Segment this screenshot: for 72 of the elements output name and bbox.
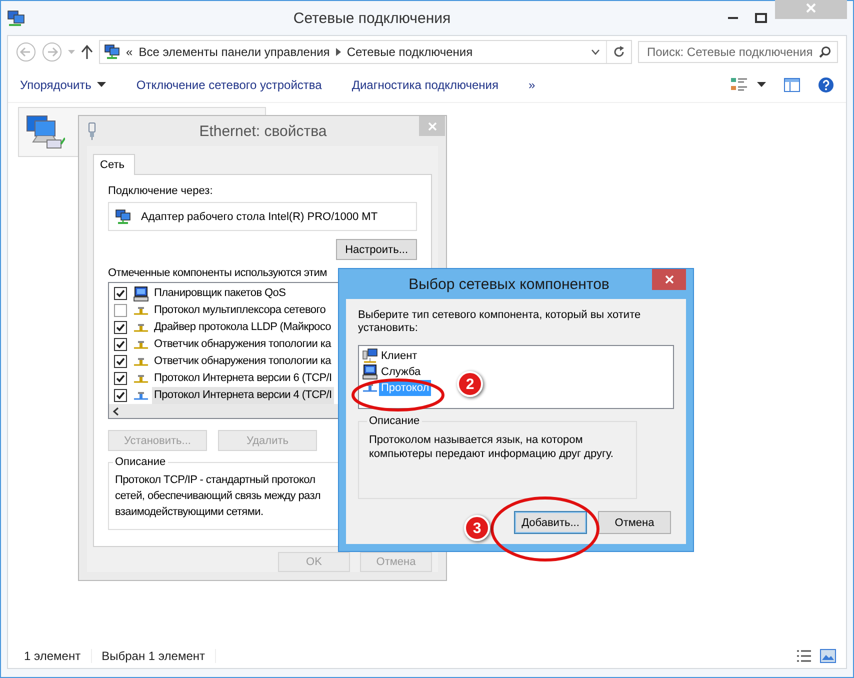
checkbox[interactable]	[114, 287, 127, 300]
maximize-icon	[755, 13, 767, 23]
status-text: Выбран 1 элемент	[92, 649, 216, 663]
scroll-left-icon	[113, 406, 119, 416]
network-folder-icon	[104, 44, 120, 60]
tab[interactable]: Сеть	[93, 154, 136, 175]
caret-icon	[757, 82, 766, 88]
breadcrumb-item[interactable]: Сетевые подключения	[346, 45, 473, 59]
checkmark-icon	[116, 289, 125, 298]
close-icon	[428, 122, 436, 130]
computer-icon	[362, 364, 378, 380]
list-item[interactable]: Ответчик обнаружения топологии ка	[152, 353, 333, 370]
description-text: Протокол TCP/IP - стандартный протокол сетей, обеспечивающий связь между разл взаимодействующими сетями.	[115, 473, 322, 520]
forward-icon	[42, 42, 62, 62]
checkbox[interactable]	[114, 321, 127, 334]
close-icon	[664, 274, 674, 284]
close-button[interactable]	[652, 268, 686, 290]
dialog-title: Выбор сетевых компонентов	[408, 276, 610, 292]
checkbox[interactable]	[114, 338, 127, 351]
toolbar-button[interactable]: Отключение сетевого устройства	[136, 78, 322, 92]
search-icon	[819, 46, 831, 58]
network-folder-icon	[7, 9, 25, 27]
group-label: Описание	[368, 415, 421, 427]
preview-pane-icon	[784, 78, 800, 92]
section-label: Отмеченные компоненты используются этим	[108, 267, 328, 279]
checkbox[interactable]	[114, 372, 127, 385]
prompt-text: Выберите тип сетевого компонента, который вы хотите установить:	[358, 309, 642, 335]
description-text: Протоколом называется язык, на котором компьютеры передают информацию друг другу.	[369, 433, 614, 461]
checkbox[interactable]	[114, 389, 127, 402]
toolbar-button[interactable]: Упорядочить	[20, 78, 106, 92]
breadcrumb-item[interactable]: Все элементы панели управления	[138, 45, 330, 59]
refresh-icon	[613, 46, 625, 58]
caret-icon	[68, 50, 75, 54]
toolbar-button[interactable]: Диагностика подключения	[352, 78, 499, 92]
chevron-right-icon	[336, 48, 341, 56]
checkbox[interactable]	[114, 304, 127, 317]
breadcrumb-overflow[interactable]: «	[126, 45, 133, 59]
minimize-icon	[728, 17, 738, 19]
adapter-field: Адаптер рабочего стола Intel(R) PRO/1000 MT	[108, 202, 417, 231]
checkbox[interactable]	[114, 355, 127, 368]
dialog-button[interactable]: Отмена	[598, 511, 671, 534]
more-button[interactable]: »	[528, 78, 536, 92]
window-title: Сетевые подключения	[292, 10, 452, 26]
list-item[interactable]: Планировщик пакетов QoS	[152, 285, 288, 302]
up-arrow-icon	[81, 45, 93, 59]
view-options-icon	[731, 77, 749, 93]
details-view-icon	[796, 649, 812, 663]
large-icons-view-icon	[820, 649, 836, 663]
client-icon	[362, 348, 378, 364]
list-item[interactable]: Ответчик обнаружения топологии ка	[152, 336, 333, 353]
section-label: Подключение через:	[108, 185, 214, 197]
help-icon	[818, 77, 834, 93]
back-icon	[16, 42, 36, 62]
dialog-button[interactable]: Добавить...	[514, 511, 587, 534]
dialog-title: Ethernet: свойства	[198, 122, 328, 140]
status-text: 1 элемент	[18, 649, 92, 663]
computer-icon	[133, 286, 149, 302]
close-icon	[806, 3, 816, 13]
list-item[interactable]: Служба	[379, 364, 423, 380]
caret-icon	[591, 49, 600, 55]
address-bar[interactable]: « Все элементы панели управления Сетевые подключения	[99, 40, 632, 64]
list-item[interactable]: Клиент	[379, 348, 420, 364]
search-field[interactable]: Поиск: Сетевые подключения	[638, 41, 838, 63]
network-plug-icon	[87, 122, 97, 140]
network-adapter-icon	[115, 208, 131, 224]
group-label: Описание	[114, 456, 167, 468]
configure-button[interactable]: Настроить...	[336, 239, 417, 260]
caret-icon	[97, 82, 106, 88]
list-item[interactable]: Протокол Интернета версии 6 (TCP/I	[152, 370, 334, 387]
list-item[interactable]: Драйвер протокола LLDP (Майкросо	[152, 319, 334, 336]
list-item[interactable]: Протокол Интернета версии 4 (TCP/I	[152, 387, 334, 404]
list-item[interactable]: Протокол мультиплексора сетевого	[152, 302, 328, 319]
